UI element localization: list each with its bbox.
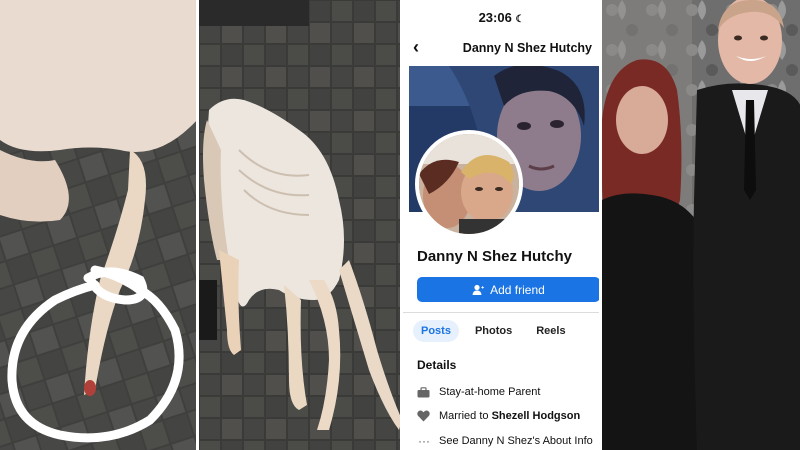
couple-photo [601,0,800,450]
heart-icon [417,410,431,422]
avatar-image [418,134,519,234]
briefcase-icon [417,386,431,398]
facebook-profile-screenshot: 23:06 ☾ ‹ Danny N Shez Hutchy Danny N Sh… [402,0,599,450]
add-person-icon [472,284,484,295]
moon-icon: ☾ [515,14,525,25]
chevron-left-icon[interactable]: ‹ [413,37,419,58]
tab-photos[interactable]: Photos [467,320,520,342]
profile-tabs: Posts Photos Reels [412,320,574,342]
spouse-name-link[interactable]: Shezell Hodgson [492,410,581,422]
dog-photo [198,0,400,450]
detail-about-link[interactable]: ··· See Danny N Shez's About Info [417,434,593,448]
more-icon: ··· [417,434,430,448]
detail-job-text: Stay-at-home Parent [438,386,541,398]
dog-leg-photo [0,0,196,450]
add-friend-label: Add friend [490,282,545,297]
status-bar: 23:06 ☾ [403,10,599,25]
details-heading: Details [416,358,457,372]
photo-collage: 23:06 ☾ ‹ Danny N Shez Hutchy Danny N Sh… [0,0,800,450]
couple-image [601,0,800,450]
status-time: 23:06 [478,10,512,25]
profile-top-bar: ‹ Danny N Shez Hutchy [403,37,599,61]
profile-picture[interactable] [414,130,523,238]
dog-leg-image [0,0,196,450]
see-about-text: See Danny N Shez's About Info [438,435,593,447]
detail-job: Stay-at-home Parent [417,386,541,398]
dog-image [198,0,400,450]
add-friend-button[interactable]: Add friend [416,277,599,302]
tab-posts[interactable]: Posts [412,320,459,342]
profile-name: Danny N Shez Hutchy [416,248,573,265]
header-profile-name: Danny N Shez Hutchy [462,41,592,55]
tab-reels[interactable]: Reels [528,320,573,342]
detail-relationship: Married to Shezell Hodgson [417,410,580,422]
married-prefix: Married to [438,410,489,422]
divider [402,312,599,313]
